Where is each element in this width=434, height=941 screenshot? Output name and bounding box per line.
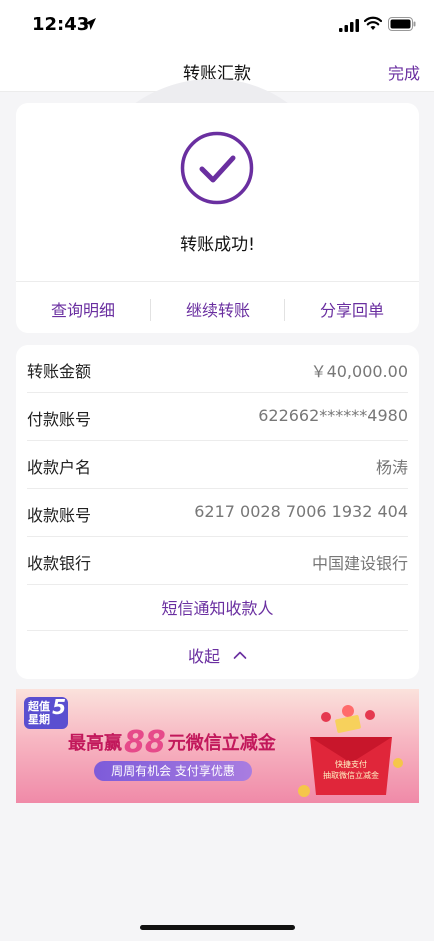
banner-logo: 超值 星期 5 xyxy=(24,697,68,729)
row-value: ￥40,000.00 xyxy=(310,362,408,381)
continue-transfer-button[interactable]: 继续转账 xyxy=(151,297,285,321)
row-value: 中国建设银行 xyxy=(311,554,408,573)
envelope-line-1: 快捷支付 xyxy=(335,760,367,769)
signal-icon xyxy=(339,19,359,32)
banner-headline-prefix: 最高赢 xyxy=(68,733,122,754)
share-receipt-button[interactable]: 分享回单 xyxy=(285,297,419,321)
location-arrow-icon xyxy=(84,18,96,30)
battery-icon xyxy=(388,17,416,31)
envelope-line-2: 抽取微信立减金 xyxy=(323,771,379,780)
wifi-icon xyxy=(364,16,382,30)
sms-notify-payee-link[interactable]: 短信通知收款人 xyxy=(16,595,419,619)
divider xyxy=(16,281,419,282)
banner-headline: 最高赢88 元微信立减金 xyxy=(68,725,276,760)
detail-row-payer-account: 付款账号 622662******4980 xyxy=(27,393,408,441)
row-label: 付款账号 xyxy=(27,410,92,429)
row-label: 转账金额 xyxy=(27,362,92,381)
row-label: 收款户名 xyxy=(27,458,92,477)
row-label: 收款账号 xyxy=(27,506,92,525)
checkmark-circle-icon xyxy=(180,131,254,205)
detail-row-payee-bank: 收款银行 中国建设银行 xyxy=(27,537,408,585)
status-time: 12:43 xyxy=(32,14,90,35)
banner-logo-number: 5 xyxy=(52,695,66,719)
collapse-label: 收起 xyxy=(187,647,220,666)
banner-headline-amount: 88 xyxy=(124,725,166,760)
detail-row-amount: 转账金额 ￥40,000.00 xyxy=(27,345,408,393)
banner-pill: 周周有机会 支付享优惠 xyxy=(94,761,252,781)
done-button[interactable]: 完成 xyxy=(388,60,420,84)
home-indicator[interactable] xyxy=(140,925,295,930)
detail-row-payee-account: 收款账号 6217 0028 7006 1932 404 xyxy=(27,489,408,537)
detail-row-payee-name: 收款户名 杨涛 xyxy=(27,441,408,489)
success-message: 转账成功! xyxy=(180,235,255,255)
row-value: 杨涛 xyxy=(375,458,408,477)
divider xyxy=(27,630,408,631)
collapse-button[interactable]: 收起 xyxy=(16,643,419,667)
promo-banner[interactable]: 超值 星期 5 最高赢88 元微信立减金 周周有机会 支付享优惠 快捷支付 抽取微… xyxy=(16,689,419,803)
view-details-button[interactable]: 查询明细 xyxy=(16,297,150,321)
row-value: 622662******4980 xyxy=(258,406,408,425)
chevron-up-icon xyxy=(233,651,247,659)
row-label: 收款银行 xyxy=(27,554,92,573)
result-card: 转账成功! 查询明细 继续转账 分享回单 xyxy=(16,103,419,333)
transfer-details-card: 转账金额 ￥40,000.00 付款账号 622662******4980 收款… xyxy=(16,345,419,679)
red-envelope-illustration xyxy=(298,705,403,797)
banner-headline-suffix: 元微信立减金 xyxy=(167,733,276,754)
row-value: 6217 0028 7006 1932 404 xyxy=(194,502,408,521)
